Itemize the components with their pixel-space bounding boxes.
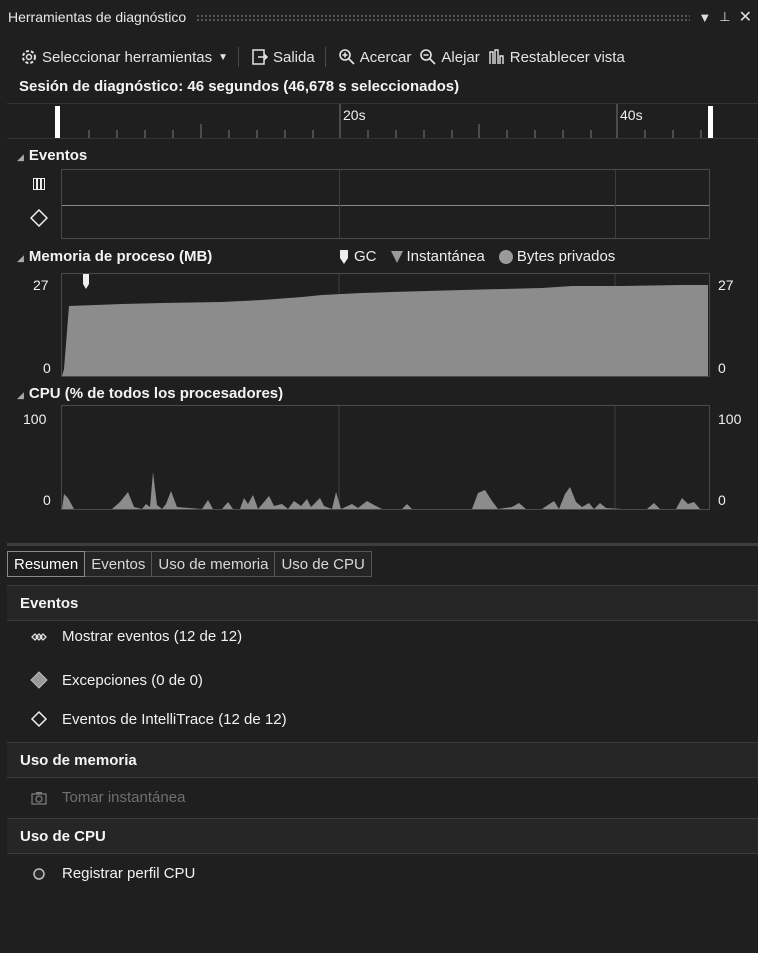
cpu-y-max-left: 100: [23, 411, 47, 427]
ruler-label-20s: 20s: [343, 107, 366, 123]
summary-memory-header: Uso de memoria: [7, 742, 758, 778]
window-title: Herramientas de diagnóstico: [8, 9, 187, 25]
private-bytes-dot-icon: [498, 249, 513, 264]
camera-icon: [30, 791, 48, 805]
events-cluster-icon: [30, 632, 48, 642]
memory-area-graph: [62, 274, 708, 376]
selection-end-handle[interactable]: [708, 106, 713, 138]
events-panel-title: Eventos: [28, 147, 88, 164]
tab-events[interactable]: Eventos: [85, 551, 153, 577]
panel-splitter[interactable]: [7, 543, 758, 546]
memory-panel-title: Memoria de proceso (MB): [28, 248, 213, 265]
legend-private-bytes-label: Bytes privados: [516, 248, 616, 265]
zoom-out-button[interactable]: Alejar: [419, 48, 480, 66]
toolbar: Seleccionar herramientas ▼ Salida Acerca…: [0, 40, 758, 74]
memory-y-min-left: 0: [43, 360, 51, 376]
zoom-out-label: Alejar: [441, 48, 480, 66]
toolbar-separator: [324, 47, 326, 67]
legend-gc-label: GC: [354, 248, 377, 265]
exception-diamond-icon: [30, 671, 48, 689]
summary-memory-title: Uso de memoria: [20, 751, 137, 769]
events-track[interactable]: [61, 169, 710, 239]
diamond-icon: [29, 208, 49, 230]
tab-memory-usage[interactable]: Uso de memoria: [152, 551, 276, 577]
cpu-chart[interactable]: [61, 405, 710, 510]
summary-events-title: Eventos: [20, 594, 79, 612]
select-tools-label: Seleccionar herramientas: [42, 48, 213, 66]
toolbar-separator: [238, 47, 239, 67]
exceptions-label: Excepciones (0 de 0): [62, 671, 203, 689]
intellitrace-events-link[interactable]: Eventos de IntelliTrace (12 de 12): [30, 710, 287, 728]
select-tools-button[interactable]: Seleccionar herramientas ▼: [20, 48, 228, 66]
memory-chart[interactable]: [61, 273, 710, 377]
title-bar-grip[interactable]: [196, 13, 691, 21]
legend-gc: GC: [340, 248, 377, 265]
take-snapshot-label: Tomar instantánea: [62, 789, 186, 806]
tab-strip: Resumen Eventos Uso de memoria Uso de CP…: [7, 551, 372, 577]
close-icon[interactable]: ✕: [739, 7, 752, 27]
output-label: Salida: [273, 48, 315, 66]
session-duration-label: Sesión de diagnóstico: 46 segundos (46,6…: [19, 78, 460, 95]
cpu-panel-header[interactable]: ◢ CPU (% de todos los procesadores): [17, 385, 283, 402]
zoom-in-label: Acercar: [359, 48, 412, 66]
summary-cpu-title: Uso de CPU: [20, 827, 106, 845]
intellitrace-diamond-icon: [30, 710, 48, 728]
output-button[interactable]: Salida: [251, 48, 315, 66]
reset-view-label: Restablecer vista: [509, 48, 625, 66]
timeline-ruler-graphic: [55, 104, 713, 138]
intellitrace-events-label: Eventos de IntelliTrace (12 de 12): [62, 710, 287, 728]
gear-icon: [22, 50, 36, 64]
zoom-in-button[interactable]: Acercar: [338, 48, 412, 66]
cpu-panel-title: CPU (% de todos los procesadores): [28, 385, 284, 402]
output-icon: [252, 49, 269, 65]
caret-down-icon[interactable]: ▼: [698, 10, 711, 25]
cpu-y-min-right: 0: [718, 492, 726, 508]
events-track-divider: [62, 205, 709, 206]
summary-cpu-header: Uso de CPU: [7, 818, 758, 854]
record-cpu-profile-label: Registrar perfil CPU: [62, 865, 196, 882]
reset-view-icon: [489, 49, 504, 64]
legend-snapshot-label: Instantánea: [406, 248, 485, 265]
ruler-label-40s: 40s: [620, 107, 643, 123]
memory-y-max-right: 27: [718, 277, 734, 293]
memory-y-max-left: 27: [33, 277, 49, 293]
chevron-down-icon: ▼: [218, 51, 228, 63]
show-events-link[interactable]: Mostrar eventos (12 de 12): [30, 628, 242, 645]
legend-private-bytes: Bytes privados: [498, 248, 616, 265]
tab-cpu-usage[interactable]: Uso de CPU: [275, 551, 372, 577]
pin-icon[interactable]: ⊥: [719, 9, 730, 25]
collapse-triangle-icon: ◢: [17, 152, 24, 162]
zoom-out-icon: [420, 49, 436, 65]
grid-line: [339, 170, 340, 238]
pause-icon: [33, 177, 45, 193]
legend-snapshot: Instantánea: [390, 248, 485, 265]
reset-view-button[interactable]: Restablecer vista: [488, 48, 625, 66]
grid-line: [615, 170, 616, 238]
zoom-in-icon: [338, 49, 355, 65]
cpu-y-min-left: 0: [43, 492, 51, 508]
timeline-ruler[interactable]: 20s 40s: [7, 103, 758, 139]
take-snapshot-button[interactable]: Tomar instantánea: [30, 789, 185, 806]
collapse-triangle-icon: ◢: [17, 253, 24, 263]
events-panel-header[interactable]: ◢ Eventos: [17, 147, 87, 164]
gc-marker-icon: [340, 249, 348, 264]
snapshot-marker-icon: [390, 250, 403, 263]
show-events-label: Mostrar eventos (12 de 12): [62, 628, 243, 645]
summary-events-header: Eventos: [7, 585, 758, 621]
memory-panel-header[interactable]: ◢ Memoria de proceso (MB): [17, 248, 212, 265]
record-cpu-profile-button[interactable]: Registrar perfil CPU: [30, 865, 195, 882]
selection-start-handle[interactable]: [55, 106, 60, 138]
cpu-area-graph: [62, 406, 700, 509]
collapse-triangle-icon: ◢: [17, 390, 24, 400]
memory-y-min-right: 0: [718, 360, 726, 376]
tab-summary[interactable]: Resumen: [7, 551, 86, 577]
memory-legend: GC Instantánea Bytes privados: [340, 248, 629, 265]
record-circle-icon: [30, 867, 48, 880]
tool-window-title-bar: Herramientas de diagnóstico ▼ ⊥ ✕: [0, 4, 758, 30]
exceptions-link[interactable]: Excepciones (0 de 0): [30, 671, 203, 689]
cpu-y-max-right: 100: [718, 411, 742, 427]
